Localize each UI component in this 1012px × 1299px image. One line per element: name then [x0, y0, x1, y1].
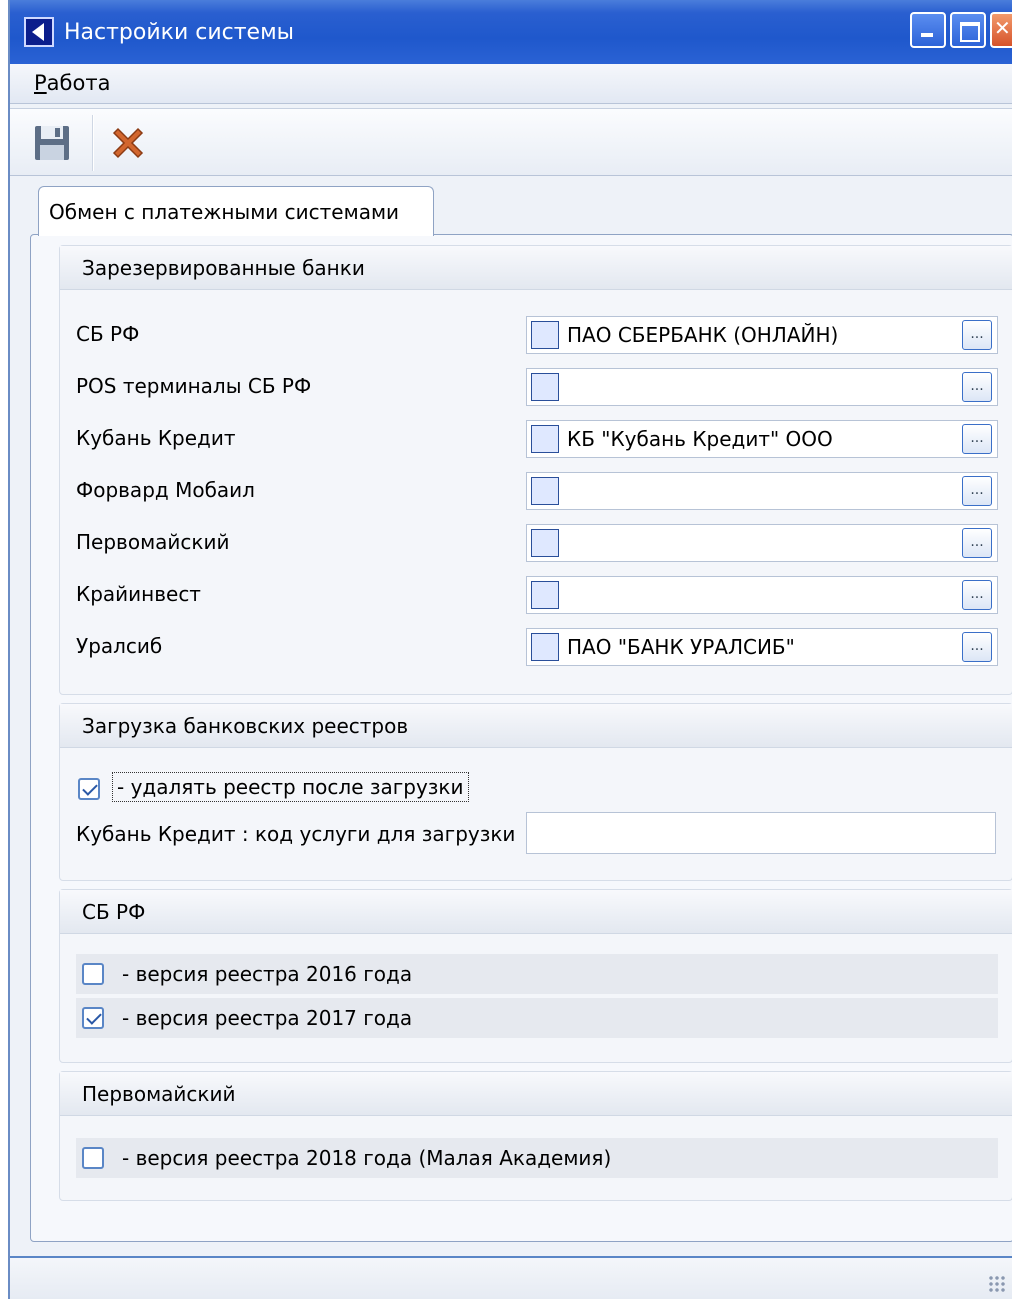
minimize-button[interactable] [910, 12, 946, 48]
version-2016-checkbox[interactable] [82, 963, 104, 985]
group-reserved-banks: Зарезервированные банки СБ РФ ПАО СБЕРБА… [59, 245, 1012, 695]
cancel-button[interactable] [108, 123, 148, 163]
browse-button[interactable]: ... [962, 632, 992, 662]
save-button[interactable] [32, 123, 72, 163]
group-header: Первомайский [60, 1072, 1012, 1116]
maximize-button[interactable] [950, 12, 986, 48]
bank-lookup-field[interactable] [526, 524, 998, 562]
bank-label: POS терминалы СБ РФ [76, 374, 312, 398]
bank-label: Кубань Кредит [76, 426, 236, 450]
bank-value: ПАО СБЕРБАНК (ОНЛАЙН) [567, 323, 839, 347]
bank-lookup-field[interactable]: КБ "Кубань Кредит" ООО [526, 420, 998, 458]
tab-payment-systems[interactable]: Обмен с платежными системами [38, 186, 434, 236]
lookup-icon [531, 425, 559, 453]
group-sbrf: СБ РФ - версия реестра 2016 года - верси… [59, 889, 1012, 1063]
save-icon [35, 126, 69, 160]
bank-value: ПАО "БАНК УРАЛСИБ" [567, 635, 795, 659]
lookup-icon [531, 477, 559, 505]
browse-button[interactable]: ... [962, 580, 992, 610]
close-button[interactable] [990, 12, 1012, 48]
delete-after-load-label[interactable]: - удалять реестр после загрузки [112, 772, 469, 802]
version-2017-checkbox[interactable] [82, 1007, 104, 1029]
toolbar [10, 108, 1012, 176]
kuban-code-label: Кубань Кредит : код услуги для загрузки [76, 822, 516, 846]
bank-label: Крайинвест [76, 582, 201, 606]
bank-label: Форвард Мобаил [76, 478, 255, 502]
menu-item-rabota[interactable]: Работа [34, 71, 110, 95]
lookup-icon [531, 581, 559, 609]
version-2018-label[interactable]: - версия реестра 2018 года (Малая Академ… [122, 1146, 611, 1170]
group-header: Зарезервированные банки [60, 246, 1012, 290]
tab-panel: Зарезервированные банки СБ РФ ПАО СБЕРБА… [30, 234, 1012, 1242]
version-2016-label[interactable]: - версия реестра 2016 года [122, 962, 412, 986]
browse-button[interactable]: ... [962, 528, 992, 558]
lookup-icon [531, 633, 559, 661]
bank-lookup-field[interactable] [526, 576, 998, 614]
bank-lookup-field[interactable] [526, 472, 998, 510]
browse-button[interactable]: ... [962, 424, 992, 454]
browse-button[interactable]: ... [962, 320, 992, 350]
kuban-code-input[interactable] [526, 812, 996, 854]
version-2018-checkbox[interactable] [82, 1147, 104, 1169]
delete-after-load-checkbox[interactable] [78, 778, 100, 800]
lookup-icon [531, 529, 559, 557]
title-bar[interactable]: Настройки системы [10, 0, 1012, 64]
browse-button[interactable]: ... [962, 476, 992, 506]
window-controls [910, 12, 1012, 48]
bank-value: КБ "Кубань Кредит" ООО [567, 427, 833, 451]
bank-label: Первомайский [76, 530, 230, 554]
bank-label: Уралсиб [76, 634, 163, 658]
cancel-icon [112, 127, 144, 159]
group-pervomaisky: Первомайский - версия реестра 2018 года … [59, 1071, 1012, 1201]
bank-lookup-field[interactable]: ПАО СБЕРБАНК (ОНЛАЙН) [526, 316, 998, 354]
bank-lookup-field[interactable]: ПАО "БАНК УРАЛСИБ" [526, 628, 998, 666]
group-header: СБ РФ [60, 890, 1012, 934]
settings-window: Настройки системы Работа Обмен с платежн… [8, 0, 1012, 1299]
status-bar [10, 1256, 1012, 1299]
group-header: Загрузка банковских реестров [60, 704, 1012, 748]
group-registry-load: Загрузка банковских реестров - удалять р… [59, 703, 1012, 881]
bank-lookup-field[interactable] [526, 368, 998, 406]
app-icon [24, 17, 54, 47]
version-2017-label[interactable]: - версия реестра 2017 года [122, 1006, 412, 1030]
resize-grip-icon[interactable] [988, 1275, 1006, 1293]
bank-label: СБ РФ [76, 322, 140, 346]
lookup-icon [531, 373, 559, 401]
toolbar-separator [92, 115, 94, 171]
lookup-icon [531, 321, 559, 349]
browse-button[interactable]: ... [962, 372, 992, 402]
menu-bar: Работа [10, 64, 1012, 104]
window-title: Настройки системы [64, 19, 295, 45]
